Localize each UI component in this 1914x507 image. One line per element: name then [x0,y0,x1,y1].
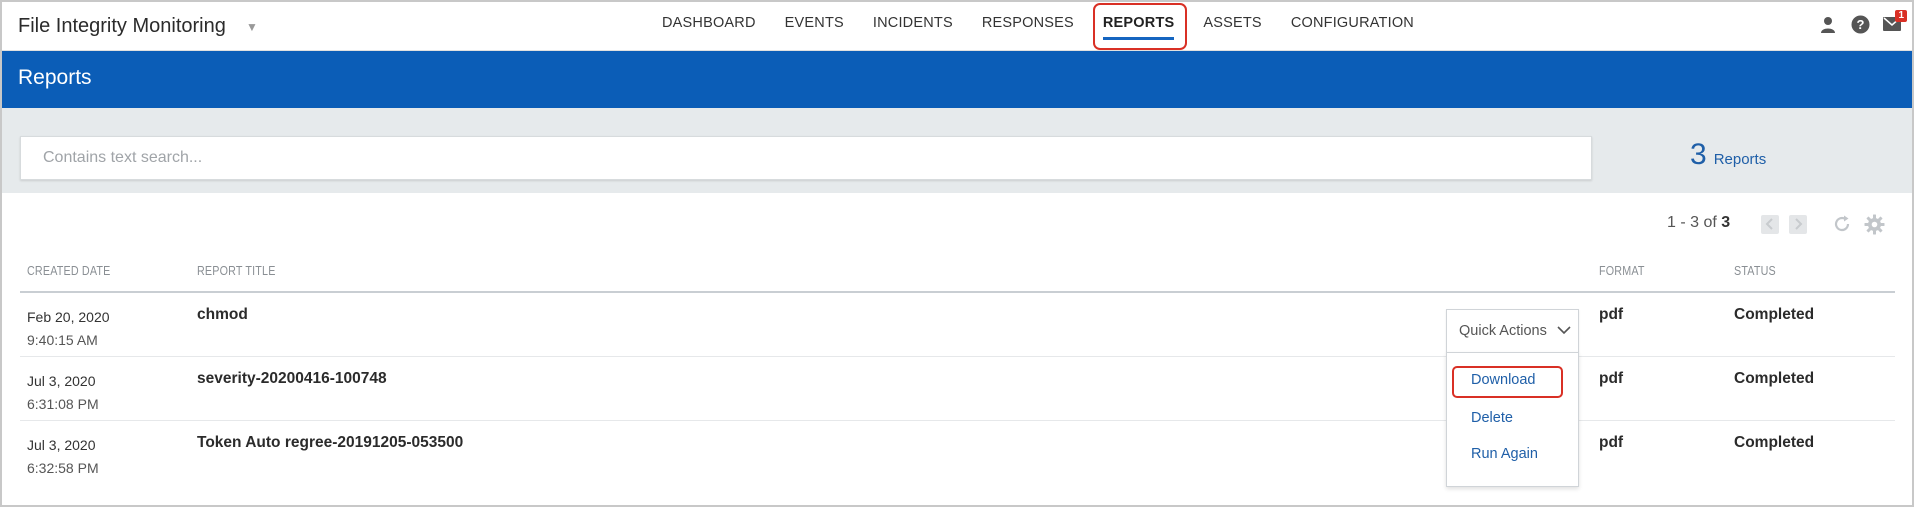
nav-dashboard[interactable]: DASHBOARD [662,2,756,50]
pagination-summary: 1 - 3 of 3 [1667,214,1730,232]
reports-tab-highlight [1093,3,1187,50]
created-date: Jul 3, 2020 [27,437,96,453]
column-header-report-title[interactable]: REPORT TITLE [197,264,276,278]
column-header-status[interactable]: STATUS [1734,264,1776,278]
search-input[interactable] [20,136,1592,180]
app-window: File Integrity Monitoring ▼ DASHBOARD EV… [0,0,1914,507]
download-highlight [1452,366,1563,398]
header-icons: ? 1 [1818,10,1907,34]
search-band: 3 Reports [2,108,1912,193]
top-navigation-bar: File Integrity Monitoring ▼ DASHBOARD EV… [2,2,1912,51]
table-row[interactable]: Feb 20, 2020 9:40:15 AM chmod pdf Comple… [20,293,1895,357]
nav-configuration[interactable]: CONFIGURATION [1291,2,1414,50]
column-header-created-date[interactable]: CREATED DATE [27,264,111,278]
table-row[interactable]: Jul 3, 2020 6:32:58 PM Token Auto regree… [20,421,1895,485]
created-time: 6:31:08 PM [27,396,99,412]
report-title[interactable]: chmod [197,306,248,324]
report-count: 3 Reports [1690,138,1766,172]
report-count-label: Reports [1713,151,1767,168]
settings-gear-icon[interactable] [1863,213,1885,235]
nav-incidents[interactable]: INCIDENTS [873,2,953,50]
nav-assets[interactable]: ASSETS [1203,2,1261,50]
report-status: Completed [1734,434,1815,451]
created-time: 9:40:15 AM [27,332,98,348]
prev-page-icon[interactable] [1761,214,1779,234]
mail-icon[interactable]: 1 [1882,10,1907,34]
quick-actions-label: Quick Actions [1459,323,1547,339]
report-status: Completed [1734,370,1815,387]
report-title[interactable]: Token Auto regree-20191205-053500 [197,434,463,452]
created-date-cell: Jul 3, 2020 6:31:08 PM [27,370,99,416]
pagination-total: 3 [1721,214,1731,231]
created-date: Jul 3, 2020 [27,373,96,389]
mail-badge: 1 [1895,10,1907,22]
report-count-number: 3 [1690,138,1707,171]
page-title: Reports [18,66,92,89]
report-status: Completed [1734,306,1815,323]
chevron-down-icon [1557,323,1571,339]
report-format: pdf [1599,434,1624,451]
quick-actions-button[interactable]: Quick Actions [1446,309,1579,353]
pagination-controls [1761,213,1885,235]
created-date: Feb 20, 2020 [27,309,110,325]
svg-text:?: ? [1856,17,1864,32]
nav-responses[interactable]: RESPONSES [982,2,1074,50]
app-switcher-caret-icon[interactable]: ▼ [246,20,258,34]
pagination-range: 1 - 3 of [1667,214,1717,231]
menu-item-delete[interactable]: Delete [1471,410,1513,426]
next-page-icon[interactable] [1789,214,1807,234]
created-time: 6:32:58 PM [27,460,99,476]
refresh-icon[interactable] [1831,213,1853,235]
report-title[interactable]: severity-20200416-100748 [197,370,387,388]
menu-item-run-again[interactable]: Run Again [1471,446,1538,462]
created-date-cell: Jul 3, 2020 6:32:58 PM [27,434,99,480]
report-format: pdf [1599,306,1624,323]
created-date-cell: Feb 20, 2020 9:40:15 AM [27,306,110,352]
nav-events[interactable]: EVENTS [785,2,844,50]
main-nav: DASHBOARD EVENTS INCIDENTS RESPONSES REP… [662,2,1443,50]
table-row[interactable]: Jul 3, 2020 6:31:08 PM severity-20200416… [20,357,1895,421]
page-header-banner: Reports [2,51,1912,108]
user-icon[interactable] [1818,14,1838,34]
help-icon[interactable]: ? [1850,14,1870,34]
app-title[interactable]: File Integrity Monitoring [18,15,226,38]
report-format: pdf [1599,370,1624,387]
column-header-format[interactable]: FORMAT [1599,264,1645,278]
